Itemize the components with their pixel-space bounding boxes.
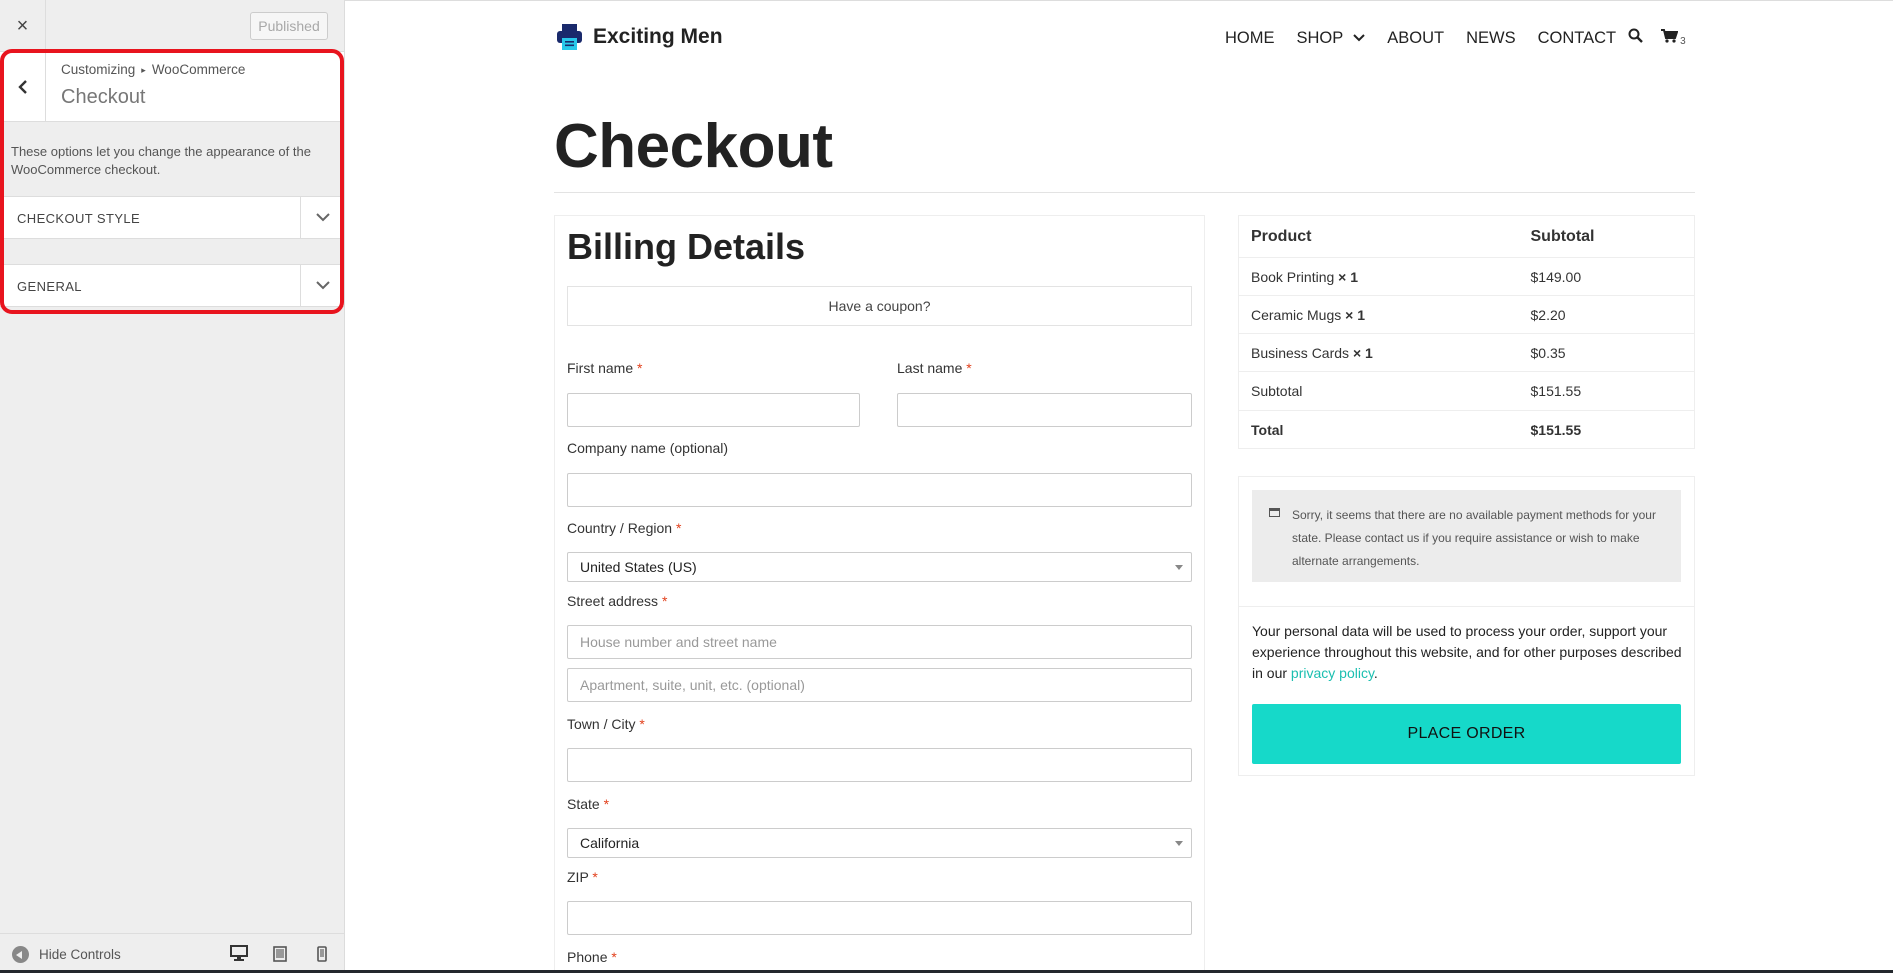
dropdown-arrow-icon [1175, 565, 1183, 570]
table-row: Business Cards × 1 $0.35 [1238, 333, 1695, 372]
mobile-icon [317, 946, 327, 962]
total-row: Total $151.55 [1238, 410, 1695, 449]
country-label: Country / Region * [567, 520, 682, 536]
subtotal-value: $151.55 [1518, 371, 1695, 411]
subtotal-row: Subtotal $151.55 [1238, 371, 1695, 411]
first-name-label: First name * [567, 360, 643, 376]
privacy-policy-link[interactable]: privacy policy [1291, 665, 1374, 681]
table-row: Book Printing × 1 $149.00 [1238, 257, 1695, 296]
product-cell: Book Printing × 1 [1238, 257, 1519, 296]
street-label: Street address * [567, 593, 668, 609]
dropdown-arrow-icon [1175, 841, 1183, 846]
price-cell: $149.00 [1518, 257, 1695, 296]
section-header: Customizing ▸ WooCommerce Checkout [0, 52, 344, 122]
info-card-icon [1269, 508, 1280, 517]
cart-icon[interactable] [1661, 28, 1679, 48]
collapse-icon [12, 946, 29, 963]
main-nav: HOME SHOP ABOUT NEWS CONTACT 3 [1225, 28, 1708, 48]
street-address-2-input[interactable]: Apartment, suite, unit, etc. (optional) [567, 668, 1192, 702]
accordion-label: CHECKOUT STYLE [17, 211, 141, 226]
table-header-row: Product Subtotal [1238, 215, 1695, 258]
product-cell: Business Cards × 1 [1238, 333, 1519, 372]
accordion-label: GENERAL [17, 279, 82, 294]
mobile-preview-button[interactable] [302, 934, 342, 973]
first-name-input[interactable] [567, 393, 860, 427]
nav-item-contact[interactable]: CONTACT [1538, 29, 1617, 48]
published-button[interactable]: Published [250, 12, 328, 40]
zip-label: ZIP * [567, 869, 598, 885]
chevron-down-icon [1353, 34, 1365, 42]
nav-item-about[interactable]: ABOUT [1387, 29, 1444, 48]
breadcrumb: Customizing ▸ WooCommerce [61, 62, 245, 77]
street-address-input[interactable]: House number and street name [567, 625, 1192, 659]
section-title: Checkout [61, 86, 146, 108]
last-name-input[interactable] [897, 393, 1192, 427]
coupon-toggle[interactable]: Have a coupon? [567, 286, 1192, 326]
nav-item-shop[interactable]: SHOP [1297, 29, 1366, 48]
total-value: $151.55 [1518, 410, 1695, 449]
site-name: Exciting Men [593, 25, 723, 48]
tablet-icon [273, 946, 287, 962]
last-name-label: Last name * [897, 360, 972, 376]
product-cell: Ceramic Mugs × 1 [1238, 295, 1519, 334]
page-title: Checkout [554, 112, 833, 181]
price-cell: $0.35 [1518, 333, 1695, 372]
state-value: California [580, 835, 640, 851]
tablet-preview-button[interactable] [260, 934, 300, 973]
printer-icon [557, 24, 582, 50]
notice-text: Sorry, it seems that there are no availa… [1292, 508, 1656, 568]
city-input[interactable] [567, 748, 1192, 782]
search-icon[interactable] [1628, 28, 1643, 48]
divider [1239, 606, 1694, 607]
order-review-table: Product Subtotal Book Printing × 1 $149.… [1238, 215, 1695, 449]
site-preview: Exciting Men HOME SHOP ABOUT NEWS CONTAC… [345, 0, 1893, 973]
billing-details-form: Billing Details Have a coupon? First nam… [554, 215, 1205, 973]
total-label: Total [1238, 410, 1519, 449]
hide-controls-label: Hide Controls [39, 947, 121, 962]
back-button[interactable] [0, 52, 46, 122]
desktop-icon [230, 944, 248, 961]
company-label: Company name (optional) [567, 440, 729, 456]
country-value: United States (US) [580, 559, 697, 575]
customizer-sidebar: × Published Customizing ▸ WooCommerce Chec… [0, 0, 345, 973]
customizer-header: × Published [0, 0, 344, 52]
price-cell: $2.20 [1518, 295, 1695, 334]
breadcrumb-separator: ▸ [141, 65, 146, 75]
privacy-text: Your personal data will be used to proce… [1252, 623, 1682, 681]
nav-item-home[interactable]: HOME [1225, 29, 1275, 48]
breadcrumb-root: Customizing [61, 62, 136, 77]
subtotal-label: Subtotal [1238, 371, 1519, 411]
accordion-checkout-style[interactable]: CHECKOUT STYLE [0, 196, 344, 239]
zip-input[interactable] [567, 901, 1192, 935]
site-logo[interactable]: Exciting Men [556, 23, 723, 51]
chevron-down-icon[interactable] [300, 265, 344, 306]
company-input[interactable] [567, 473, 1192, 507]
accordion-general[interactable]: GENERAL [0, 264, 344, 307]
desktop-preview-button[interactable] [219, 934, 259, 973]
divider [554, 192, 1695, 193]
section-description: These options let you change the appeara… [11, 144, 311, 177]
billing-title: Billing Details [567, 226, 806, 267]
phone-label: Phone * [567, 949, 617, 965]
cart-count: 3 [1680, 35, 1686, 47]
country-select[interactable]: United States (US) [567, 552, 1192, 582]
chevron-left-icon [17, 80, 27, 94]
nav-item-shop-label: SHOP [1296, 28, 1344, 47]
payment-notice: Sorry, it seems that there are no availa… [1252, 490, 1681, 582]
nav-item-news[interactable]: NEWS [1466, 29, 1516, 48]
payment-box: Sorry, it seems that there are no availa… [1238, 476, 1695, 776]
place-order-button[interactable]: PLACE ORDER [1252, 704, 1681, 764]
product-header: Product [1238, 215, 1519, 258]
table-row: Ceramic Mugs × 1 $2.20 [1238, 295, 1695, 334]
close-icon[interactable]: × [0, 0, 46, 52]
hide-controls-button[interactable]: Hide Controls [12, 946, 121, 963]
subtotal-header: Subtotal [1518, 215, 1695, 258]
customizer-footer: Hide Controls [0, 933, 344, 973]
chevron-down-icon[interactable] [300, 197, 344, 238]
state-select[interactable]: California [567, 828, 1192, 858]
breadcrumb-parent: WooCommerce [151, 62, 246, 77]
city-label: Town / City * [567, 716, 645, 732]
state-label: State * [567, 796, 610, 812]
